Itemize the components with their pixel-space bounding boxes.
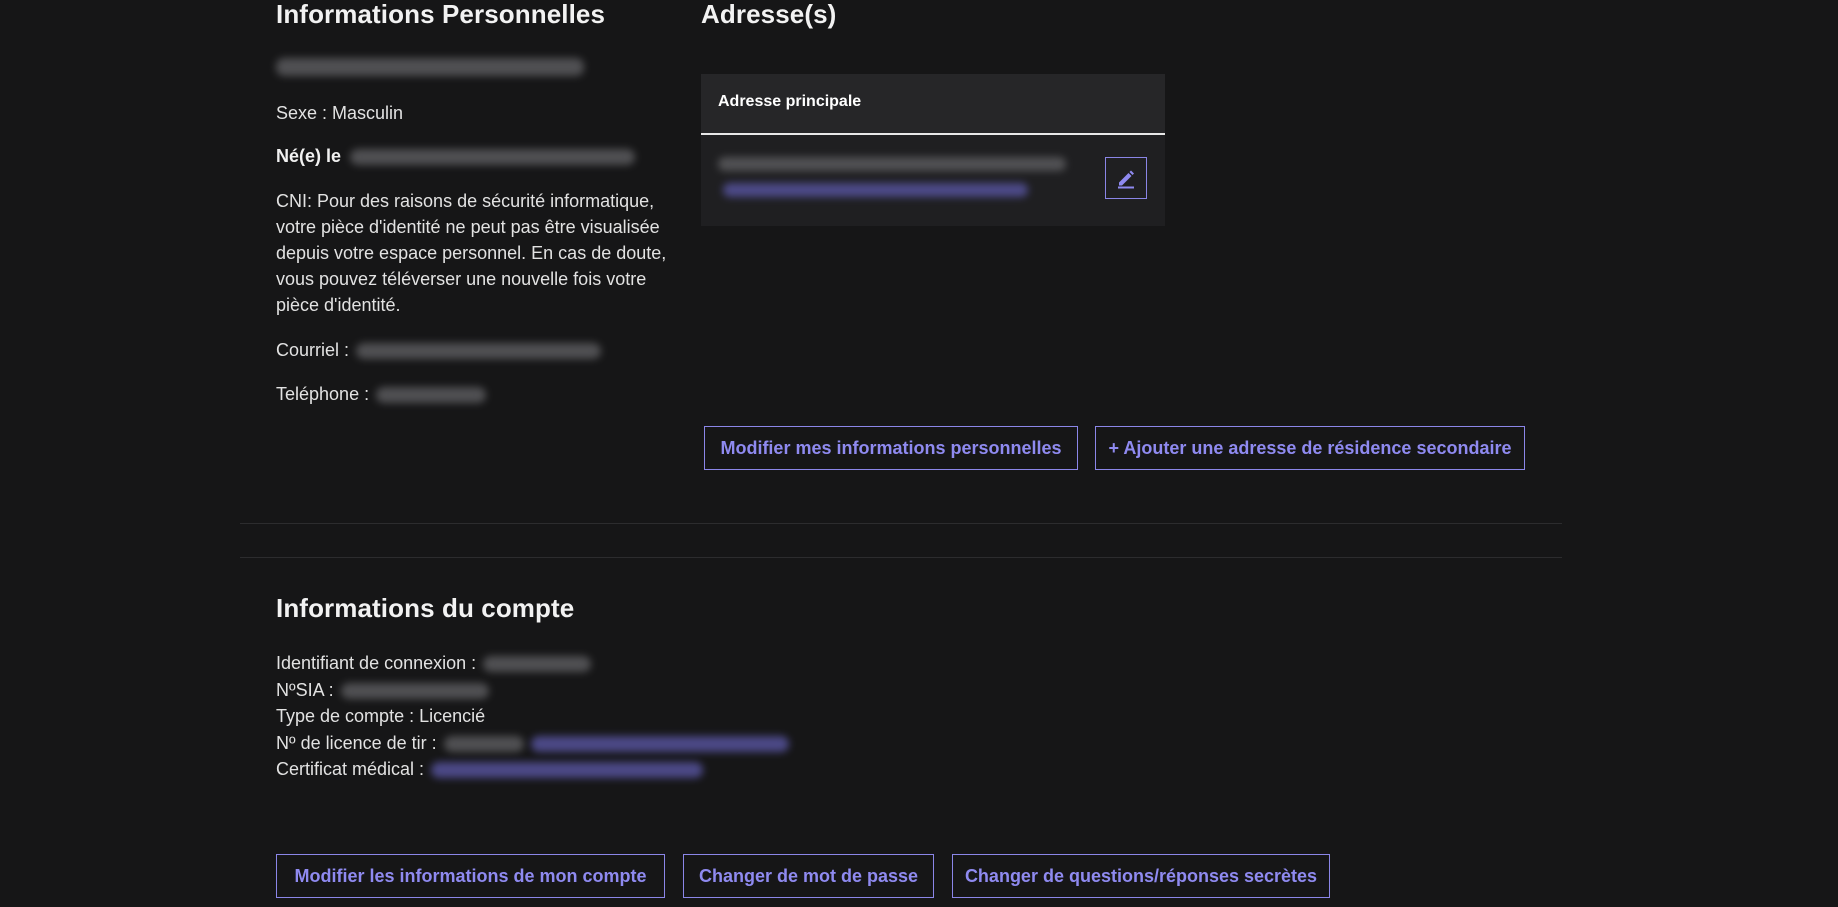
edit-personal-info-button[interactable]: Modifier mes informations personnelles xyxy=(704,426,1078,470)
address-section: Adresse(s) Adresse principale xyxy=(701,0,1165,226)
medical-certificate-line: Certificat médical : xyxy=(276,756,1176,783)
account-details: Identifiant de connexion : NºSIA : Type … xyxy=(276,650,1176,783)
sia-value-redacted xyxy=(340,682,489,699)
address-link-redacted[interactable] xyxy=(723,183,1028,197)
full-name-redacted xyxy=(276,58,584,76)
main-address-header: Adresse principale xyxy=(701,74,1165,135)
licence-label: Nº de licence de tir : xyxy=(276,732,437,753)
licence-number-redacted xyxy=(443,735,524,752)
account-type-line: Type de compte : Licencié xyxy=(276,706,486,726)
medical-certificate-link-redacted[interactable] xyxy=(431,762,704,779)
licence-link-redacted[interactable] xyxy=(530,735,789,752)
email-label: Courriel : xyxy=(276,340,350,360)
account-info-section: Informations du compte Identifiant de co… xyxy=(276,593,1176,779)
edit-address-button[interactable] xyxy=(1105,157,1147,199)
main-address-body xyxy=(701,135,1165,226)
section-divider-bottom xyxy=(240,557,1562,558)
address-line-redacted xyxy=(718,157,1066,171)
birth-value-redacted xyxy=(350,149,636,166)
sia-line: NºSIA : xyxy=(276,677,1176,704)
personal-info-title: Informations Personnelles xyxy=(276,0,606,29)
account-info-title: Informations du compte xyxy=(276,593,575,623)
email-line: Courriel : xyxy=(276,337,602,363)
main-address-card: Adresse principale xyxy=(701,74,1165,226)
login-label: Identifiant de connexion : xyxy=(276,653,477,673)
change-password-button[interactable]: Changer de mot de passe xyxy=(683,854,934,898)
sia-label: NºSIA : xyxy=(276,679,334,700)
add-secondary-address-button[interactable]: + Ajouter une adresse de résidence secon… xyxy=(1095,426,1525,470)
gender-line: Sexe : Masculin xyxy=(276,103,404,123)
cni-notice: CNI: Pour des raisons de sécurité inform… xyxy=(276,191,667,315)
profile-page: Informations Personnelles Sexe : Masculi… xyxy=(0,0,1838,907)
licence-line: Nº de licence de tir : xyxy=(276,730,1176,757)
section-divider-top xyxy=(240,523,1562,524)
address-title: Adresse(s) xyxy=(701,0,837,29)
email-value-redacted xyxy=(356,343,602,360)
login-line: Identifiant de connexion : xyxy=(276,650,1176,677)
pencil-icon xyxy=(1118,170,1134,189)
birth-line: Né(e) le xyxy=(276,143,636,169)
phone-value-redacted xyxy=(376,387,487,404)
medical-certificate-label: Certificat médical : xyxy=(276,759,425,779)
phone-label: Teléphone : xyxy=(276,384,370,404)
login-value-redacted xyxy=(483,656,592,673)
phone-line: Teléphone : xyxy=(276,381,487,407)
edit-account-button[interactable]: Modifier les informations de mon compte xyxy=(276,854,665,898)
change-secret-questions-button[interactable]: Changer de questions/réponses secrètes xyxy=(952,854,1330,898)
personal-info-section: Informations Personnelles Sexe : Masculi… xyxy=(276,0,686,404)
birth-label: Né(e) le xyxy=(276,146,342,166)
